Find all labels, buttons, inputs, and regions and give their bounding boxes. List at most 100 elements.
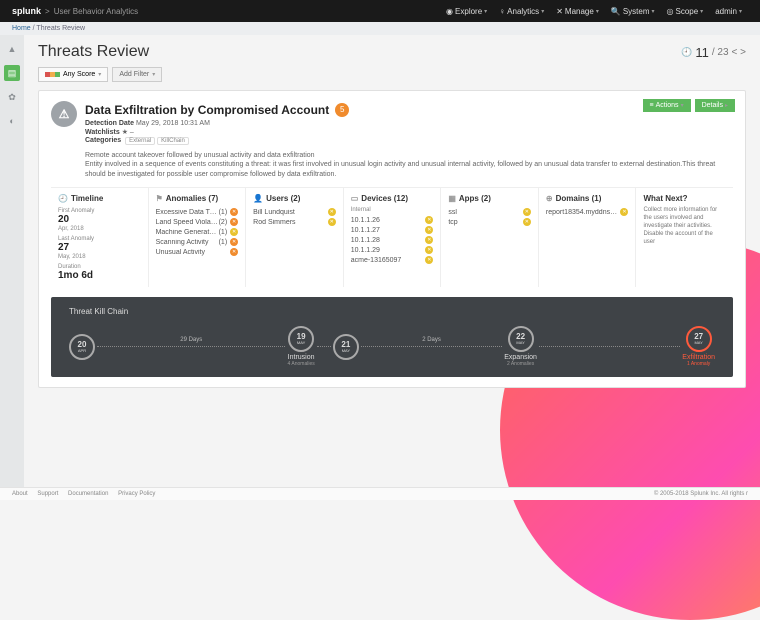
chevron-down-icon: ▾ xyxy=(700,8,703,15)
apps-col: ▦Apps (2) ssl✕ tcp✕ xyxy=(440,188,538,287)
chevron-down-icon: ▾ xyxy=(98,71,101,78)
user-icon: 👤 xyxy=(253,194,263,203)
severity-dot: ✕ xyxy=(425,216,433,224)
eye-icon: ◉ xyxy=(446,7,453,16)
list-item[interactable]: Unusual Activity✕ xyxy=(156,247,239,257)
severity-dot: ✕ xyxy=(328,218,336,226)
breadcrumb-home[interactable]: Home xyxy=(12,25,31,32)
list-item[interactable]: 10.1.1.26✕ xyxy=(351,215,434,225)
detection-date: May 29, 2018 10:31 AM xyxy=(136,120,210,127)
top-menu: ◉Explore▾ ♀Analytics▾ ✕Manage▾ 🔍System▾ … xyxy=(440,0,748,22)
domains-col: ⊕Domains (1) report18354.myddns.org✕ xyxy=(538,188,636,287)
side-nav: ▲ ▤ ✿ ◐ xyxy=(0,35,24,487)
anyscore-filter[interactable]: Any Score ▾ xyxy=(38,67,108,82)
list-item[interactable]: Scanning Activity(1)✕ xyxy=(156,237,239,247)
score-swatch xyxy=(45,72,60,77)
list-item[interactable]: 10.1.1.29✕ xyxy=(351,245,434,255)
kill-chain-title: Threat Kill Chain xyxy=(69,307,715,316)
actions-button[interactable]: ≡Actions▾ xyxy=(643,99,691,112)
list-item[interactable]: acme-13165097✕ xyxy=(351,255,434,265)
severity-dot: ✕ xyxy=(230,218,238,226)
add-filter-button[interactable]: Add Filter ▾ xyxy=(112,67,162,82)
footer-link[interactable]: Support xyxy=(37,491,58,497)
footer-link[interactable]: About xyxy=(12,491,28,497)
severity-dot: ✕ xyxy=(523,208,531,216)
kc-node[interactable]: 20APR xyxy=(69,334,95,360)
chevron-down-icon: ▾ xyxy=(484,8,487,15)
severity-dot: ✕ xyxy=(620,208,628,216)
threat-title: Data Exfiltration by Compromised Account xyxy=(85,103,329,117)
threat-score-badge: 5 xyxy=(335,103,349,117)
sidenav-gear-icon[interactable]: ✿ xyxy=(4,89,20,105)
device-icon: ▭ xyxy=(351,194,359,203)
footer-link[interactable]: Documentation xyxy=(68,491,108,497)
warning-icon: ⚠ xyxy=(51,101,77,127)
search-icon: 🔍 xyxy=(611,7,621,16)
threat-description: Entity involved in a sequence of events … xyxy=(85,160,733,179)
chevron-down-icon: ▾ xyxy=(739,8,742,15)
brand-subtitle: User Behavior Analytics xyxy=(54,7,138,16)
list-item[interactable]: 10.1.1.28✕ xyxy=(351,235,434,245)
list-item[interactable]: tcp✕ xyxy=(448,217,531,227)
apps-icon: ▦ xyxy=(448,194,456,203)
breadcrumb: Home / Threats Review xyxy=(0,22,760,35)
severity-dot: ✕ xyxy=(328,208,336,216)
list-item[interactable]: Machine Generated Beacon(1)✕ xyxy=(156,227,239,237)
list-icon: ≡ xyxy=(650,102,654,109)
page-title: Threats Review xyxy=(38,43,149,61)
severity-dot: ✕ xyxy=(425,246,433,254)
breadcrumb-current: Threats Review xyxy=(36,25,85,32)
list-item[interactable]: 10.1.1.27✕ xyxy=(351,225,434,235)
watchlists-value: ★ – xyxy=(122,129,134,136)
top-navbar: splunk > User Behavior Analytics ◉Explor… xyxy=(0,0,760,22)
kc-node[interactable]: 21MAY xyxy=(333,334,359,360)
severity-dot: ✕ xyxy=(425,256,433,264)
topnav-explore[interactable]: ◉Explore▾ xyxy=(440,0,493,22)
list-item[interactable]: report18354.myddns.org✕ xyxy=(546,207,629,217)
page-counter: 🕘 11 / 23 < > xyxy=(681,45,746,60)
flag-icon: ⚑ xyxy=(156,194,163,203)
list-item[interactable]: ssl✕ xyxy=(448,207,531,217)
chevron-down-icon: ▾ xyxy=(152,71,155,78)
kc-node[interactable]: 19MAYIntrusion4 Anomalies xyxy=(287,326,314,367)
kill-chain-panel: Threat Kill Chain 20APR 29 Days 19MAYInt… xyxy=(51,297,733,377)
list-item[interactable]: Bill Lundquist✕ xyxy=(253,207,336,217)
severity-dot: ✕ xyxy=(230,248,238,256)
list-item[interactable]: Rod Simmers✕ xyxy=(253,217,336,227)
list-item[interactable]: Land Speed Violation(2)✕ xyxy=(156,217,239,227)
severity-dot: ✕ xyxy=(523,218,531,226)
severity-dot: ✕ xyxy=(425,236,433,244)
clock-icon: 🕘 xyxy=(58,194,68,203)
footer: About Support Documentation Privacy Poli… xyxy=(0,487,760,500)
sidenav-alert-icon[interactable]: ▲ xyxy=(4,41,20,57)
brand-caret: > xyxy=(45,7,50,16)
topnav-admin[interactable]: admin▾ xyxy=(709,0,748,22)
kc-node[interactable]: 27MAYExfiltration1 Anomaly xyxy=(682,326,715,367)
topnav-scope[interactable]: ◎Scope▾ xyxy=(661,0,710,22)
brand-logo: splunk xyxy=(12,6,41,16)
footer-link[interactable]: Privacy Policy xyxy=(118,491,155,497)
topnav-manage[interactable]: ✕Manage▾ xyxy=(550,0,605,22)
main-content: Threats Review 🕘 11 / 23 < > Any Score ▾… xyxy=(24,35,760,487)
details-button[interactable]: Details▸ xyxy=(695,99,735,112)
category-tag[interactable]: External xyxy=(125,137,155,145)
timeline-col: 🕘Timeline First Anomaly20Apr, 2018 Last … xyxy=(51,188,148,287)
page-nav-arrows[interactable]: < > xyxy=(732,47,746,58)
topnav-analytics[interactable]: ♀Analytics▾ xyxy=(493,0,550,22)
globe-icon: ⊕ xyxy=(546,194,553,203)
chevron-down-icon: ▾ xyxy=(651,8,654,15)
list-item[interactable]: Excessive Data Transmission(1)✕ xyxy=(156,207,239,217)
severity-dot: ✕ xyxy=(230,238,238,246)
bulb-icon: ♀ xyxy=(499,7,505,16)
sidenav-list-icon[interactable]: ▤ xyxy=(4,65,20,81)
copyright: © 2005-2018 Splunk Inc. All rights r xyxy=(654,491,748,497)
severity-dot: ✕ xyxy=(425,226,433,234)
chevron-down-icon: ▾ xyxy=(596,8,599,15)
clock-icon: 🕘 xyxy=(681,47,692,58)
tools-icon: ✕ xyxy=(556,7,563,16)
kc-node[interactable]: 22MAYExpansion2 Anomalies xyxy=(504,326,537,367)
severity-dot: ✕ xyxy=(230,228,238,236)
category-tag[interactable]: KillChain xyxy=(157,137,189,145)
sidenav-pie-icon[interactable]: ◐ xyxy=(4,113,20,129)
topnav-system[interactable]: 🔍System▾ xyxy=(605,0,661,22)
